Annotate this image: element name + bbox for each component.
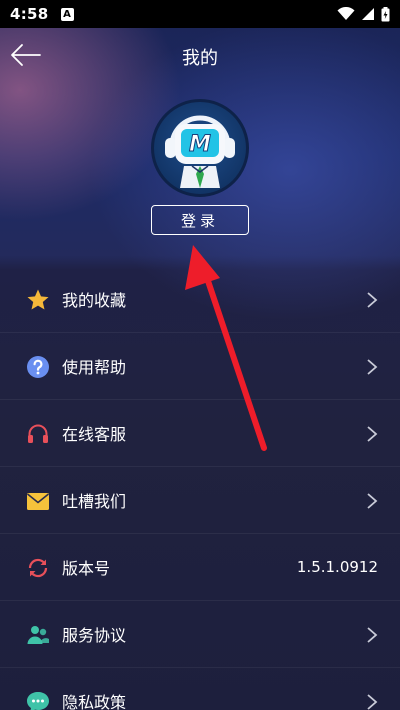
menu-item-label: 吐槽我们 <box>62 492 127 511</box>
notification-icon: A <box>60 7 74 21</box>
question-circle-icon <box>27 356 49 378</box>
header: 我的 <box>0 28 400 84</box>
avatar[interactable]: M <box>151 99 249 197</box>
status-icons <box>337 6 390 22</box>
envelope-icon <box>26 493 50 510</box>
status-bar: 4:58 A <box>0 0 400 28</box>
version-value: 1.5.1.0912 <box>296 558 378 576</box>
chevron-right-icon <box>367 359 378 375</box>
chevron-right-icon <box>367 627 378 643</box>
chevron-right-icon <box>367 292 378 308</box>
menu-item-feedback[interactable]: 吐槽我们 <box>0 467 400 534</box>
page-title: 我的 <box>182 48 218 69</box>
star-icon <box>27 289 49 310</box>
chevron-right-icon <box>367 426 378 442</box>
menu-item-label: 版本号 <box>62 559 111 578</box>
menu-item-label: 在线客服 <box>62 425 127 444</box>
menu-item-service-agreement[interactable]: 服务协议 <box>0 601 400 668</box>
my-page-screen: 4:58 A 我的 M 登录 我的收藏 使用帮助 在线客服 吐槽我们 版本号 1… <box>0 0 400 710</box>
signal-icon <box>362 8 374 20</box>
menu-item-favorites[interactable]: 我的收藏 <box>0 266 400 333</box>
battery-icon <box>381 6 390 21</box>
avatar-letter: M <box>189 132 211 157</box>
menu-item-help[interactable]: 使用帮助 <box>0 333 400 400</box>
status-time: 4:58 <box>10 5 49 23</box>
menu-item-label: 使用帮助 <box>62 358 127 377</box>
menu-item-customer-service[interactable]: 在线客服 <box>0 400 400 467</box>
menu-item-privacy-policy[interactable]: 隐私政策 <box>0 668 400 710</box>
chevron-right-icon <box>367 493 378 509</box>
menu-item-label: 服务协议 <box>62 626 127 645</box>
wifi-icon <box>337 7 355 20</box>
login-button[interactable]: 登录 <box>151 205 249 235</box>
robot-mascot-avatar: M <box>165 115 235 188</box>
chat-bubble-icon <box>27 692 49 710</box>
menu-list: 我的收藏 使用帮助 在线客服 吐槽我们 版本号 1.5.1.0912 服务协议 … <box>0 266 400 710</box>
chevron-right-icon <box>367 694 378 710</box>
headphones-icon <box>28 424 48 443</box>
refresh-icon <box>28 558 48 578</box>
menu-item-version: 版本号 1.5.1.0912 <box>0 534 400 601</box>
menu-item-label: 我的收藏 <box>62 291 127 310</box>
menu-item-label: 隐私政策 <box>62 693 127 710</box>
users-icon <box>27 626 49 644</box>
